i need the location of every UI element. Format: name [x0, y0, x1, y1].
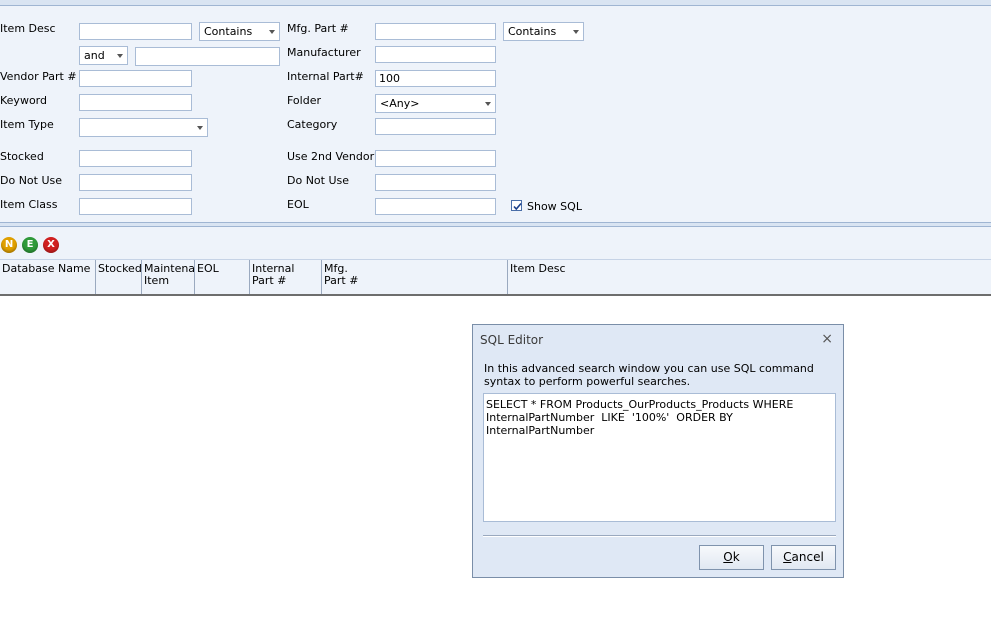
ok-label-rest: k	[732, 550, 740, 564]
show-sql-checkbox[interactable]	[511, 200, 522, 211]
search-panel: Item Desc Contains and Vendor Part # Key…	[0, 6, 991, 223]
category-input[interactable]	[375, 118, 496, 135]
chevron-down-icon	[573, 30, 579, 34]
eol-input[interactable]	[375, 198, 496, 215]
folder-dropdown[interactable]: <Any>	[375, 94, 496, 113]
folder-value: <Any>	[380, 97, 420, 110]
mfg-part-match-value: Contains	[508, 25, 557, 38]
use-2nd-vendor-input[interactable]	[375, 150, 496, 167]
action-toolbar: N E X	[0, 227, 991, 259]
item-desc-match-value: Contains	[204, 25, 253, 38]
chevron-down-icon	[485, 102, 491, 106]
column-header-eol[interactable]: EOL	[195, 260, 250, 294]
item-class-input[interactable]	[79, 198, 192, 215]
keyword-label: Keyword	[0, 94, 47, 107]
cancel-button[interactable]: Cancel	[771, 545, 836, 570]
manufacturer-input[interactable]	[375, 46, 496, 63]
show-sql-label: Show SQL	[527, 200, 582, 213]
item-type-dropdown[interactable]	[79, 118, 208, 137]
column-header-database-name[interactable]: Database Name	[0, 260, 96, 294]
do-not-use-label: Do Not Use	[0, 174, 63, 187]
folder-label: Folder	[287, 94, 321, 107]
item-type-label: Item Type	[0, 118, 54, 131]
cancel-label-rest: ancel	[791, 550, 824, 564]
and-operator-dropdown[interactable]: and	[79, 46, 128, 65]
checkmark-icon	[513, 202, 522, 211]
item-desc-input[interactable]	[79, 23, 192, 40]
mfg-part-input[interactable]	[375, 23, 496, 40]
eol-label: EOL	[287, 198, 309, 211]
dialog-description: In this advanced search window you can u…	[484, 362, 814, 388]
internal-part-input[interactable]: 100	[375, 70, 496, 87]
column-header-stocked[interactable]: Stocked	[96, 260, 142, 294]
results-grid-header: Database Name Stocked Maintenar Item EOL…	[0, 259, 991, 296]
item-desc-match-dropdown[interactable]: Contains	[199, 22, 280, 41]
sql-query-textarea[interactable]: SELECT * FROM Products_OurProducts_Produ…	[483, 393, 836, 522]
dialog-divider	[483, 535, 836, 537]
chevron-down-icon	[197, 126, 203, 130]
do-not-use-input[interactable]	[79, 174, 192, 191]
stocked-label: Stocked	[0, 150, 44, 163]
dialog-title: SQL Editor	[480, 333, 544, 347]
do-not-use-2-input[interactable]	[375, 174, 496, 191]
use-2nd-vendor-label: Use 2nd Vendor?	[287, 150, 380, 163]
item-class-label: Item Class	[0, 198, 58, 211]
sql-editor-dialog: SQL Editor × In this advanced search win…	[472, 324, 844, 578]
column-header-item-desc[interactable]: Item Desc	[508, 260, 991, 294]
close-icon[interactable]: ×	[821, 331, 833, 347]
keyword-input[interactable]	[79, 94, 192, 111]
vendor-part-label: Vendor Part #	[0, 70, 77, 83]
chevron-down-icon	[269, 30, 275, 34]
edit-button[interactable]: E	[22, 237, 38, 253]
category-label: Category	[287, 118, 338, 131]
internal-part-label: Internal Part#	[287, 70, 364, 83]
new-button[interactable]: N	[1, 237, 17, 253]
cancel-mnemonic: C	[783, 550, 792, 564]
column-header-internal-part[interactable]: Internal Part #	[250, 260, 322, 294]
and-operator-value: and	[84, 49, 105, 62]
column-header-mfg-part[interactable]: Mfg. Part #	[322, 260, 508, 294]
ok-mnemonic: O	[723, 550, 733, 564]
do-not-use-2-label: Do Not Use	[287, 174, 350, 187]
ok-button[interactable]: Ok	[699, 545, 764, 570]
item-desc-label: Item Desc	[0, 22, 56, 35]
stocked-input[interactable]	[79, 150, 192, 167]
mfg-part-match-dropdown[interactable]: Contains	[503, 22, 584, 41]
delete-button[interactable]: X	[43, 237, 59, 253]
vendor-part-input[interactable]	[79, 70, 192, 87]
manufacturer-label: Manufacturer	[287, 46, 361, 59]
item-desc-second-input[interactable]	[135, 47, 280, 66]
chevron-down-icon	[117, 54, 123, 58]
mfg-part-label: Mfg. Part #	[287, 22, 349, 35]
column-header-maintenance-item[interactable]: Maintenar Item	[142, 260, 195, 294]
